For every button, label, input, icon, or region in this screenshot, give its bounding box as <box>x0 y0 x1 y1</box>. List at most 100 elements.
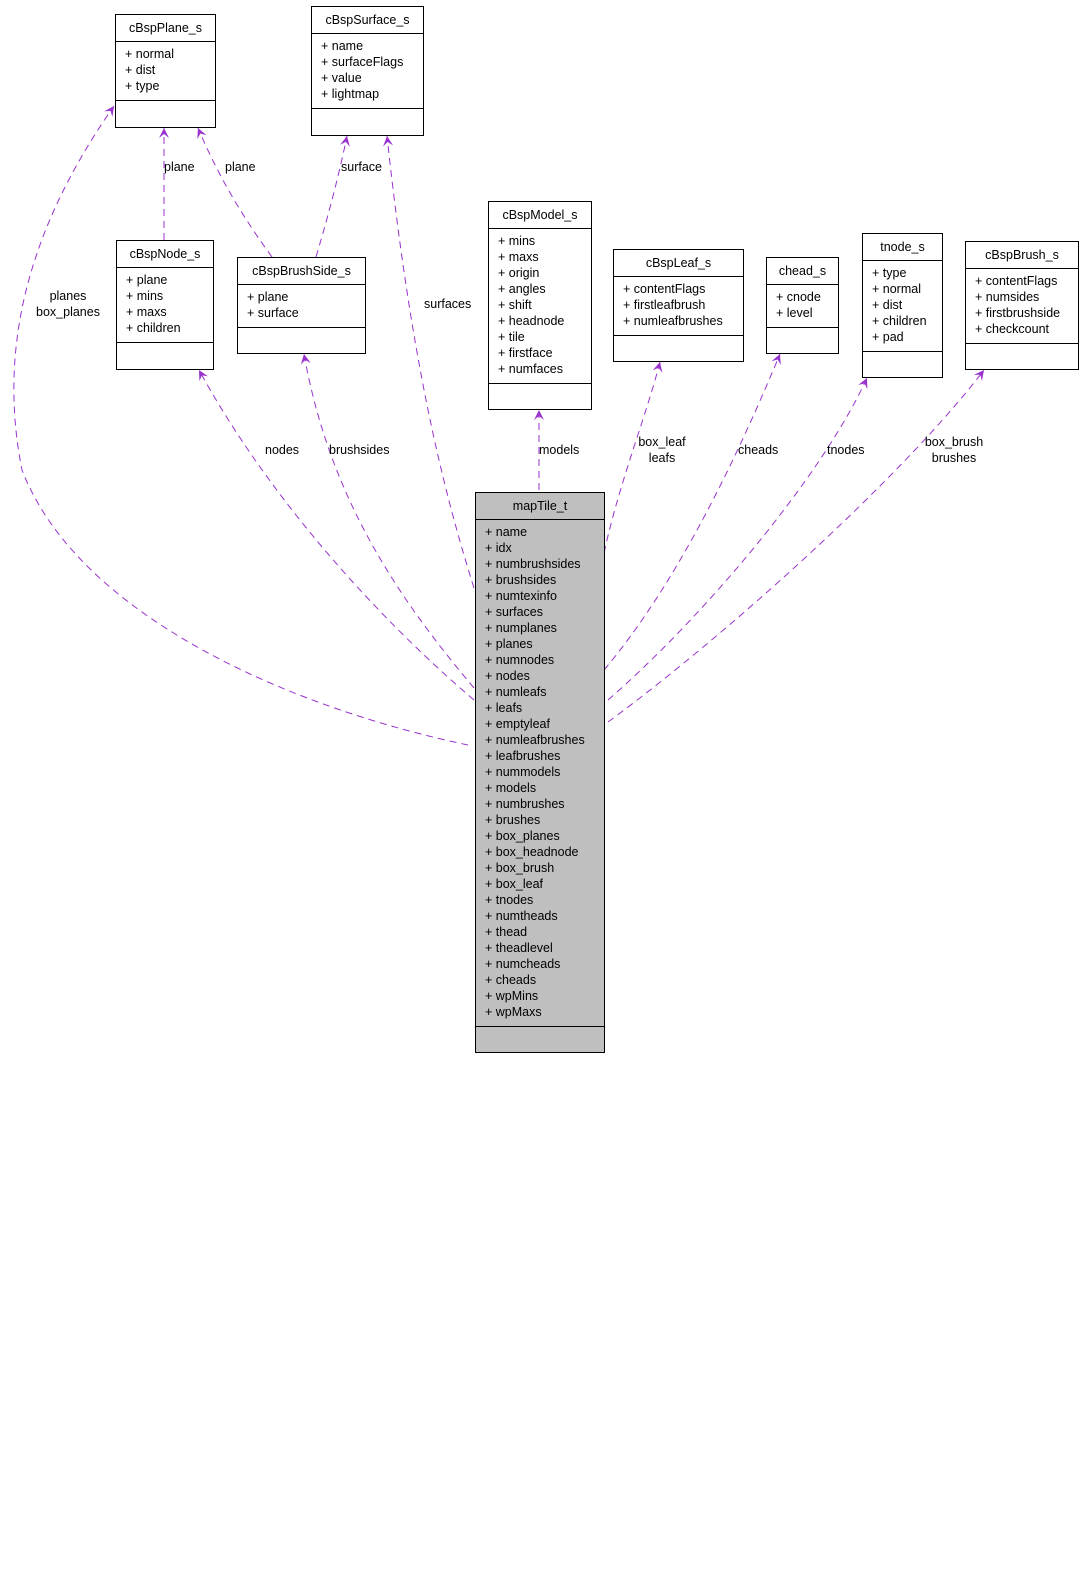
class-member: + nummodels <box>485 765 561 779</box>
class-attributes: + name + surfaceFlags + value + lightmap <box>312 34 423 109</box>
class-member: + numleafbrushes <box>485 733 585 747</box>
class-member: + maxs <box>126 305 167 319</box>
class-member: + numsides <box>975 290 1040 304</box>
class-member: + firstleafbrush <box>623 298 706 312</box>
class-member: + numplanes <box>485 621 557 635</box>
class-member: + brushsides <box>485 573 557 587</box>
class-member: + level <box>776 306 813 320</box>
class-member: + type <box>872 266 907 280</box>
edge-label-brushsides: brushsides <box>329 443 390 457</box>
class-member: + thead <box>485 925 528 939</box>
class-attributes: + mins + maxs + origin + angles + shift + hea… <box>489 229 591 384</box>
edge-label-line: planes <box>49 289 87 303</box>
class-member: + angles <box>498 282 546 296</box>
class-methods <box>116 101 215 213</box>
edge-label-line: leafs <box>648 451 676 465</box>
class-member: + origin <box>498 266 540 280</box>
class-member: + leafs <box>485 701 523 715</box>
class-member: + headnode <box>498 314 565 328</box>
class-member: + box_headnode <box>485 845 579 859</box>
class-member: + box_brush <box>485 861 555 875</box>
class-member: + name <box>321 39 364 53</box>
class-member: + box_planes <box>485 829 560 843</box>
class-member: + numnodes <box>485 653 555 667</box>
class-cbspsurface[interactable]: cBspSurface_s + name + surfaceFlags + value… <box>311 6 424 136</box>
class-methods <box>614 336 743 447</box>
class-cbspnode[interactable]: cBspNode_s + plane + mins + maxs + children <box>116 240 214 370</box>
edge-label-surfaces: surfaces <box>424 297 472 311</box>
class-member: + numtheads <box>485 909 558 923</box>
class-member: + checkcount <box>975 322 1050 336</box>
class-member: + contentFlags <box>623 282 706 296</box>
class-member: + mins <box>126 289 164 303</box>
class-member: + box_leaf <box>485 877 544 891</box>
class-title: cBspNode_s <box>117 241 213 268</box>
class-member: + pad <box>872 330 904 344</box>
class-member: + numleafs <box>485 685 547 699</box>
class-methods <box>476 1027 604 1586</box>
class-member: + numbrushes <box>485 797 565 811</box>
class-member: + tile <box>498 330 525 344</box>
class-member: + planes <box>485 637 533 651</box>
class-member: + value <box>321 71 362 85</box>
class-member: + maxs <box>498 250 539 264</box>
class-member: + idx <box>485 541 512 555</box>
class-attributes: + contentFlags + numsides + firstbrushside… <box>966 269 1078 344</box>
class-attributes: + plane + surface <box>238 285 365 328</box>
class-member: + shift <box>498 298 532 312</box>
class-chead[interactable]: chead_s + cnode + level <box>766 257 839 354</box>
class-methods <box>117 343 213 471</box>
edge-label-brushside-plane: plane <box>225 160 256 174</box>
class-member: + plane <box>247 290 289 304</box>
class-member: + cnode <box>776 290 821 304</box>
class-member: + surfaceFlags <box>321 55 404 69</box>
class-title: cBspSurface_s <box>312 7 423 34</box>
class-member: + plane <box>126 273 168 287</box>
class-title: tnode_s <box>863 234 942 261</box>
class-attributes: + cnode + level <box>767 285 838 328</box>
class-member: + contentFlags <box>975 274 1058 288</box>
class-member: + dist <box>125 63 156 77</box>
class-cbspbrushside[interactable]: cBspBrushSide_s + plane + surface <box>237 257 366 354</box>
class-member: + firstface <box>498 346 553 360</box>
class-member: + numbrushsides <box>485 557 581 571</box>
class-title: mapTile_t <box>476 493 604 520</box>
class-member: + normal <box>872 282 921 296</box>
class-member: + type <box>125 79 160 93</box>
class-member: + numfaces <box>498 362 563 376</box>
class-attributes: + type + normal + dist + children + pad <box>863 261 942 352</box>
class-member: + surfaces <box>485 605 544 619</box>
class-attributes: + contentFlags + firstleafbrush + numleafb… <box>614 277 743 336</box>
class-member: + wpMaxs <box>485 1005 542 1019</box>
class-tnode[interactable]: tnode_s + type + normal + dist + children + p… <box>862 233 943 378</box>
class-title: chead_s <box>767 258 838 285</box>
class-member: + name <box>485 525 528 539</box>
class-title: cBspBrush_s <box>966 242 1078 269</box>
class-methods <box>767 328 838 423</box>
class-title: cBspModel_s <box>489 202 591 229</box>
class-member: + dist <box>872 298 903 312</box>
class-title: cBspBrushSide_s <box>238 258 365 285</box>
class-cbspplane[interactable]: cBspPlane_s + normal + dist + type <box>115 14 216 128</box>
class-methods <box>238 328 365 423</box>
edge-label-planes: planes box_planes <box>30 288 106 320</box>
class-member: + leafbrushes <box>485 749 561 763</box>
class-cbspbrush[interactable]: cBspBrush_s + contentFlags + numsides + fir… <box>965 241 1079 370</box>
class-maptile[interactable]: mapTile_t + name + idx + numbrushsides + bru… <box>475 492 605 1053</box>
class-attributes: + name + idx + numbrushsides + brushsides + … <box>476 520 604 1027</box>
class-member: + surface <box>247 306 299 320</box>
class-member: + numtexinfo <box>485 589 557 603</box>
class-member: + children <box>872 314 927 328</box>
class-methods <box>966 344 1078 471</box>
class-cbspmodel[interactable]: cBspModel_s + mins + maxs + origin + angles +… <box>488 201 592 410</box>
class-member: + numcheads <box>485 957 561 971</box>
class-member: + wpMins <box>485 989 539 1003</box>
edge-label-line: box_planes <box>36 305 100 319</box>
class-methods <box>863 352 942 495</box>
class-member: + mins <box>498 234 536 248</box>
class-member: + nodes <box>485 669 530 683</box>
class-cbspleaf[interactable]: cBspLeaf_s + contentFlags + firstleafbrush… <box>613 249 744 362</box>
class-member: + brushes <box>485 813 541 827</box>
class-member: + numleafbrushes <box>623 314 723 328</box>
class-member: + children <box>126 321 181 335</box>
